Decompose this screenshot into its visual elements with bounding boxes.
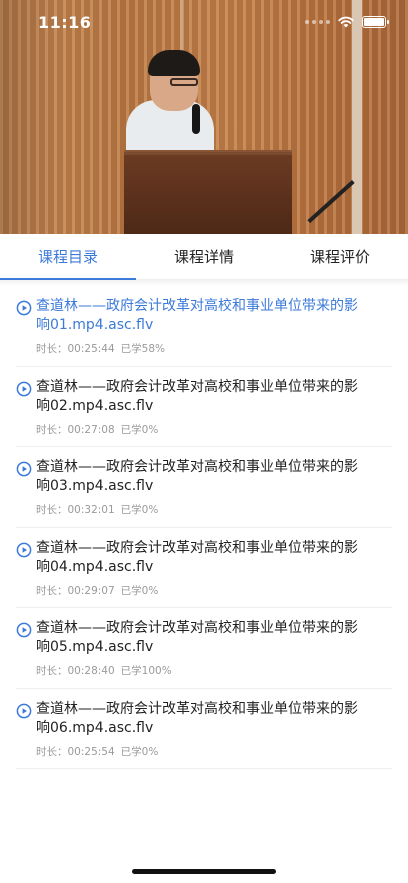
lesson-title: 查道林——政府会计改革对高校和事业单位带来的影响04.mp4.asc.flv — [36, 539, 358, 575]
play-circle-icon — [16, 300, 32, 316]
lesson-duration: 00:29:07 — [67, 584, 115, 597]
lesson-progress: 已学0% — [120, 423, 159, 436]
lesson-title: 查道林——政府会计改革对高校和事业单位带来的影响06.mp4.asc.flv — [36, 700, 358, 736]
play-circle-icon — [16, 622, 32, 638]
lesson-meta: 时长：00:28:40 已学100% — [36, 663, 392, 678]
duration-label: 时长： — [36, 504, 68, 516]
battery-icon — [362, 16, 389, 28]
list-item[interactable]: 查道林——政府会计改革对高校和事业单位带来的影响06.mp4.asc.flv 时… — [16, 689, 392, 769]
status-icons — [305, 16, 389, 28]
duration-label: 时长： — [36, 745, 68, 758]
lesson-progress: 已学100% — [120, 665, 172, 677]
lesson-title: 查道林——政府会计改革对高校和事业单位带来的影响02.mp4.asc.flv — [36, 378, 358, 414]
lesson-duration: 00:28:40 — [67, 665, 115, 677]
speaker-glasses — [170, 78, 198, 86]
tab-reviews[interactable]: 课程评价 — [272, 234, 408, 279]
tab-details[interactable]: 课程详情 — [136, 234, 272, 279]
lesson-meta: 时长：00:25:44 已学58% — [36, 341, 392, 356]
lesson-progress: 已学0% — [120, 584, 159, 597]
duration-label: 时长： — [36, 423, 68, 436]
course-list: 查道林——政府会计改革对高校和事业单位带来的影响01.mp4.asc.flv 时… — [0, 286, 408, 769]
play-circle-icon — [16, 461, 32, 477]
lesson-meta: 时长：00:25:54 已学0% — [36, 744, 392, 759]
home-indicator[interactable] — [132, 869, 276, 874]
list-item[interactable]: 查道林——政府会计改革对高校和事业单位带来的影响04.mp4.asc.flv 时… — [16, 528, 392, 608]
play-circle-icon — [16, 381, 32, 396]
duration-label: 时长： — [36, 665, 68, 677]
lesson-meta: 时长：00:32:01 已学0% — [36, 502, 392, 517]
lesson-duration: 00:27:08 — [67, 423, 115, 436]
status-bar: 11:16 — [0, 0, 408, 44]
speaker-hair — [148, 50, 200, 76]
course-tabs: 课程目录 课程详情 课程评价 — [0, 234, 408, 280]
lesson-duration: 00:25:54 — [67, 745, 115, 758]
list-item[interactable]: 查道林——政府会计改革对高校和事业单位带来的影响02.mp4.asc.flv 时… — [16, 367, 392, 447]
tab-catalog[interactable]: 课程目录 — [0, 234, 136, 280]
lesson-title: 查道林——政府会计改革对高校和事业单位带来的影响05.mp4.asc.flv — [36, 620, 358, 655]
lesson-progress: 已学0% — [120, 745, 159, 758]
lesson-progress: 已学58% — [120, 343, 166, 355]
podium — [124, 152, 292, 234]
lesson-duration: 00:25:44 — [67, 343, 115, 355]
lesson-progress: 已学0% — [120, 504, 159, 516]
lesson-title: 查道林——政府会计改革对高校和事业单位带来的影响03.mp4.asc.flv — [36, 459, 358, 494]
play-circle-icon — [16, 703, 32, 718]
lesson-meta: 时长：00:27:08 已学0% — [36, 422, 392, 437]
status-time: 11:16 — [38, 12, 92, 32]
list-item[interactable]: 查道林——政府会计改革对高校和事业单位带来的影响05.mp4.asc.flv 时… — [16, 608, 392, 689]
microphone — [192, 104, 200, 134]
duration-label: 时长： — [36, 584, 68, 597]
play-circle-icon — [16, 542, 32, 557]
duration-label: 时长： — [36, 343, 68, 355]
signal-icon — [305, 20, 330, 24]
wifi-icon — [338, 16, 354, 28]
lesson-title: 查道林——政府会计改革对高校和事业单位带来的影响01.mp4.asc.flv — [36, 298, 358, 333]
lesson-duration: 00:32:01 — [67, 504, 115, 516]
list-item[interactable]: 查道林——政府会计改革对高校和事业单位带来的影响01.mp4.asc.flv 时… — [16, 286, 392, 367]
list-item[interactable]: 查道林——政府会计改革对高校和事业单位带来的影响03.mp4.asc.flv 时… — [16, 447, 392, 528]
lesson-meta: 时长：00:29:07 已学0% — [36, 583, 392, 598]
